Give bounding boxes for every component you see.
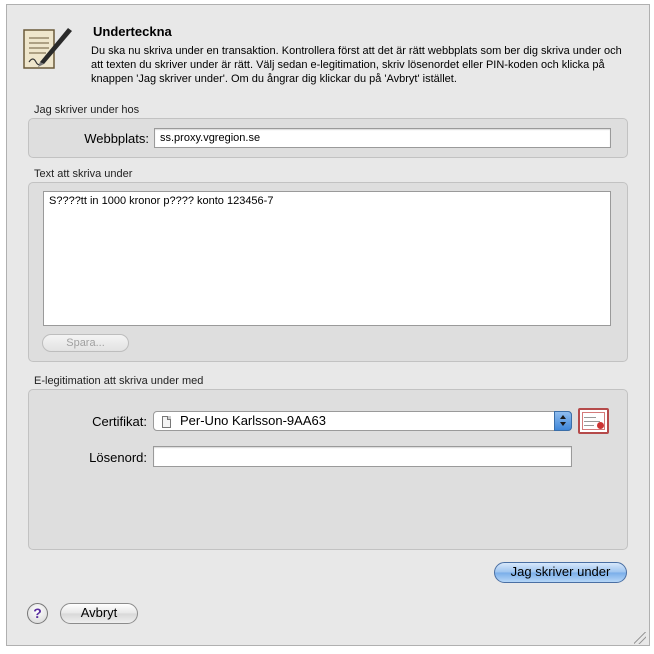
password-field[interactable] [153,446,572,467]
select-stepper-icon[interactable] [554,411,572,431]
certificate-seal-icon [597,422,604,429]
dialog-title: Underteckna [93,24,172,39]
website-label: Webbplats: [84,131,149,146]
website-field[interactable]: ss.proxy.vgregion.se [154,128,611,148]
certificate-select[interactable]: Per-Uno Karlsson-9AA63 [153,411,572,431]
save-button[interactable]: Spara... [42,334,129,352]
text-section-label: Text att skriva under [34,168,133,180]
help-icon[interactable]: ? [27,603,48,624]
site-section-label: Jag skriver under hos [34,104,140,116]
certificate-value: Per-Uno Karlsson-9AA63 [180,413,326,428]
sign-text-area[interactable]: S????tt in 1000 kronor p???? konto 12345… [43,191,611,326]
dialog-description: Du ska nu skriva under en transaktion. K… [91,45,622,85]
eid-section-label: E-legitimation att skriva under med [34,375,204,387]
document-icon [162,416,171,428]
certificate-icon-line [584,417,596,418]
signing-document-pen-icon [23,28,72,69]
resize-grip-icon[interactable] [634,632,646,644]
certificate-label: Certifikat: [92,414,147,429]
certificate-icon-line [584,425,594,426]
cancel-button[interactable]: Avbryt [60,603,138,624]
sign-button[interactable]: Jag skriver under [494,562,627,583]
password-label: Lösenord: [89,450,147,465]
certificate-icon[interactable] [578,408,609,434]
